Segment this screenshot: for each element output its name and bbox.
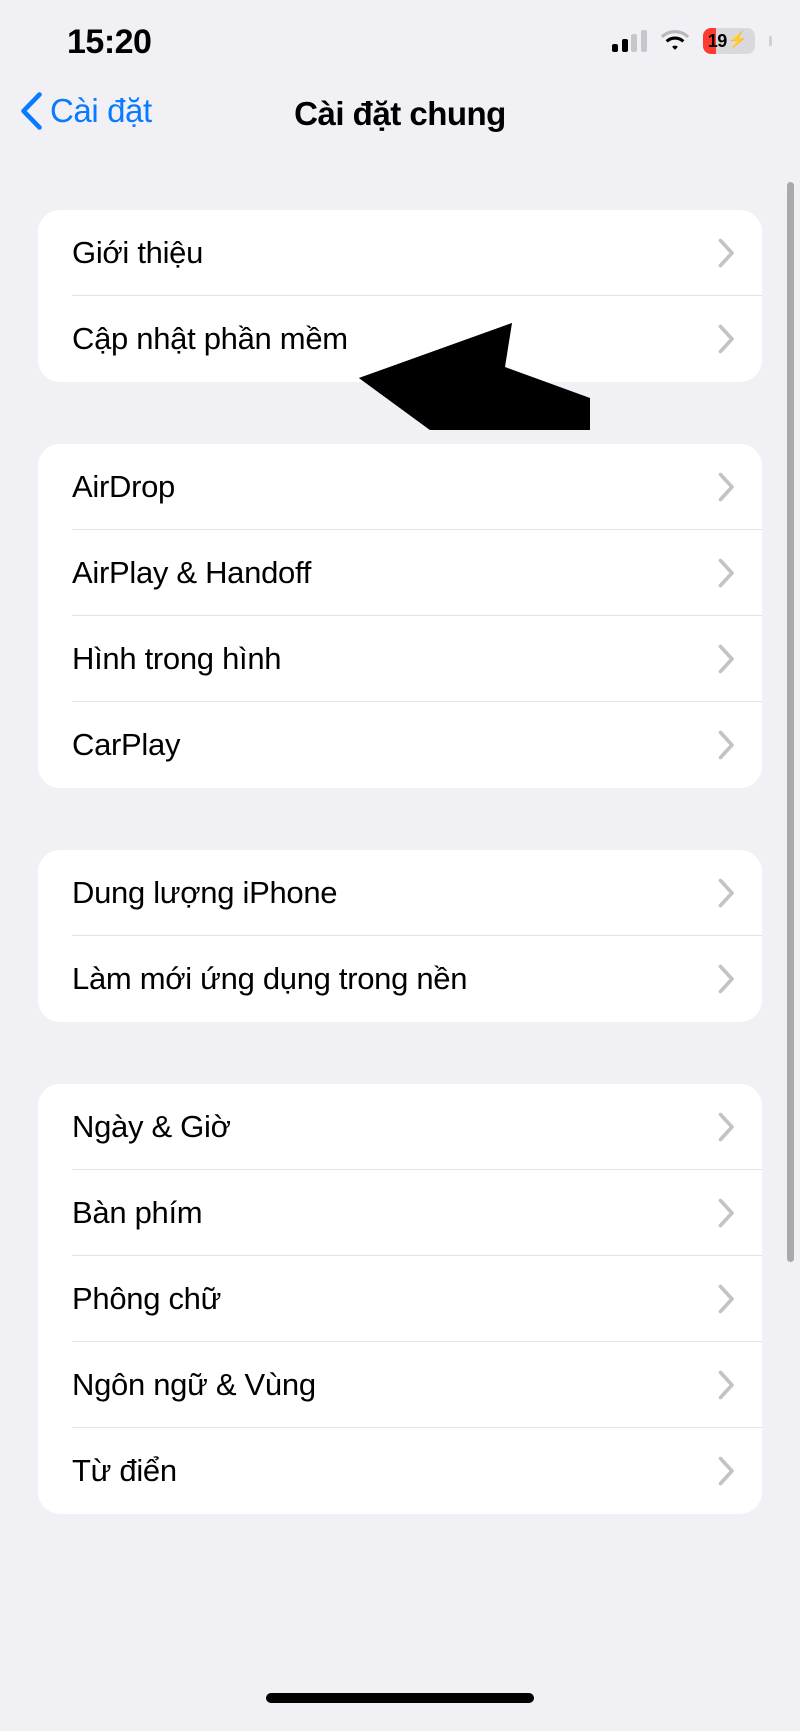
scrollbar-thumb[interactable]	[787, 182, 794, 1262]
list-item-label: Cập nhật phần mềm	[72, 321, 348, 356]
settings-group-connectivity: AirDrop AirPlay & Handoff Hình trong hìn…	[38, 444, 762, 788]
home-indicator	[266, 1693, 534, 1703]
status-bar: 15:20 19 ⚡	[0, 0, 800, 78]
list-item-gioi-thieu[interactable]: Giới thiệu	[38, 210, 762, 296]
list-item-label: Giới thiệu	[72, 235, 204, 270]
chevron-right-icon	[718, 1198, 736, 1228]
list-item-dung-luong-iphone[interactable]: Dung lượng iPhone	[38, 850, 762, 936]
chevron-right-icon	[718, 238, 736, 268]
settings-group-storage: Dung lượng iPhone Làm mới ứng dụng trong…	[38, 850, 762, 1022]
list-item-label: AirPlay & Handoff	[72, 555, 312, 590]
list-item-label: AirDrop	[72, 469, 175, 504]
charging-bolt-icon: ⚡	[727, 32, 748, 49]
list-item-label: Ngày & Giờ	[72, 1109, 231, 1144]
chevron-right-icon	[718, 878, 736, 908]
battery-cap	[769, 36, 772, 46]
wifi-icon	[660, 30, 690, 52]
list-item-label: Bàn phím	[72, 1195, 203, 1230]
list-item-carplay[interactable]: CarPlay	[38, 702, 762, 788]
status-bar-time: 15:20	[67, 23, 152, 61]
list-item-ban-phim[interactable]: Bàn phím	[38, 1170, 762, 1256]
navigation-bar: Cài đặt Cài đặt chung	[0, 78, 800, 160]
list-item-phong-chu[interactable]: Phông chữ	[38, 1256, 762, 1342]
iphone-screen: 15:20 19 ⚡ Cài đặt Cài đặt chung Giới th…	[0, 0, 800, 1731]
list-item-label: Làm mới ứng dụng trong nền	[72, 961, 468, 996]
scrollbar-track[interactable]	[787, 182, 794, 1262]
chevron-right-icon	[718, 964, 736, 994]
chevron-right-icon	[718, 644, 736, 674]
list-item-label: Ngôn ngữ & Vùng	[72, 1367, 316, 1402]
list-item-tu-dien[interactable]: Từ điển	[38, 1428, 762, 1514]
battery-percent-label: 19 ⚡	[707, 30, 748, 51]
list-item-label: CarPlay	[72, 727, 181, 762]
list-item-label: Từ điển	[72, 1453, 177, 1488]
chevron-right-icon	[718, 1284, 736, 1314]
chevron-right-icon	[718, 324, 736, 354]
chevron-right-icon	[718, 1456, 736, 1486]
chevron-right-icon	[718, 472, 736, 502]
page-title: Cài đặt chung	[294, 95, 506, 132]
list-item-airplay-handoff[interactable]: AirPlay & Handoff	[38, 530, 762, 616]
list-item-lam-moi-ung-dung-trong-nen[interactable]: Làm mới ứng dụng trong nền	[38, 936, 762, 1022]
list-item-ngon-ngu-vung[interactable]: Ngôn ngữ & Vùng	[38, 1342, 762, 1428]
list-item-label: Phông chữ	[72, 1281, 222, 1316]
battery-icon: 19 ⚡	[702, 28, 755, 54]
list-item-cap-nhat-phan-mem[interactable]: Cập nhật phần mềm	[38, 296, 762, 382]
chevron-right-icon	[718, 1370, 736, 1400]
cellular-signal-icon	[612, 30, 647, 52]
list-item-label: Dung lượng iPhone	[72, 875, 338, 910]
chevron-right-icon	[718, 558, 736, 588]
status-bar-indicators: 19 ⚡	[612, 28, 772, 54]
list-item-ngay-gio[interactable]: Ngày & Giờ	[38, 1084, 762, 1170]
list-item-hinh-trong-hinh[interactable]: Hình trong hình	[38, 616, 762, 702]
list-item-airdrop[interactable]: AirDrop	[38, 444, 762, 530]
settings-group-system: Ngày & Giờ Bàn phím Phông chữ Ngôn ngữ &…	[38, 1084, 762, 1514]
list-item-label: Hình trong hình	[72, 641, 282, 676]
settings-list: Giới thiệu Cập nhật phần mềm AirDrop Air…	[0, 160, 800, 1650]
chevron-right-icon	[718, 1112, 736, 1142]
chevron-right-icon	[718, 730, 736, 760]
settings-group-about: Giới thiệu Cập nhật phần mềm	[38, 210, 762, 382]
